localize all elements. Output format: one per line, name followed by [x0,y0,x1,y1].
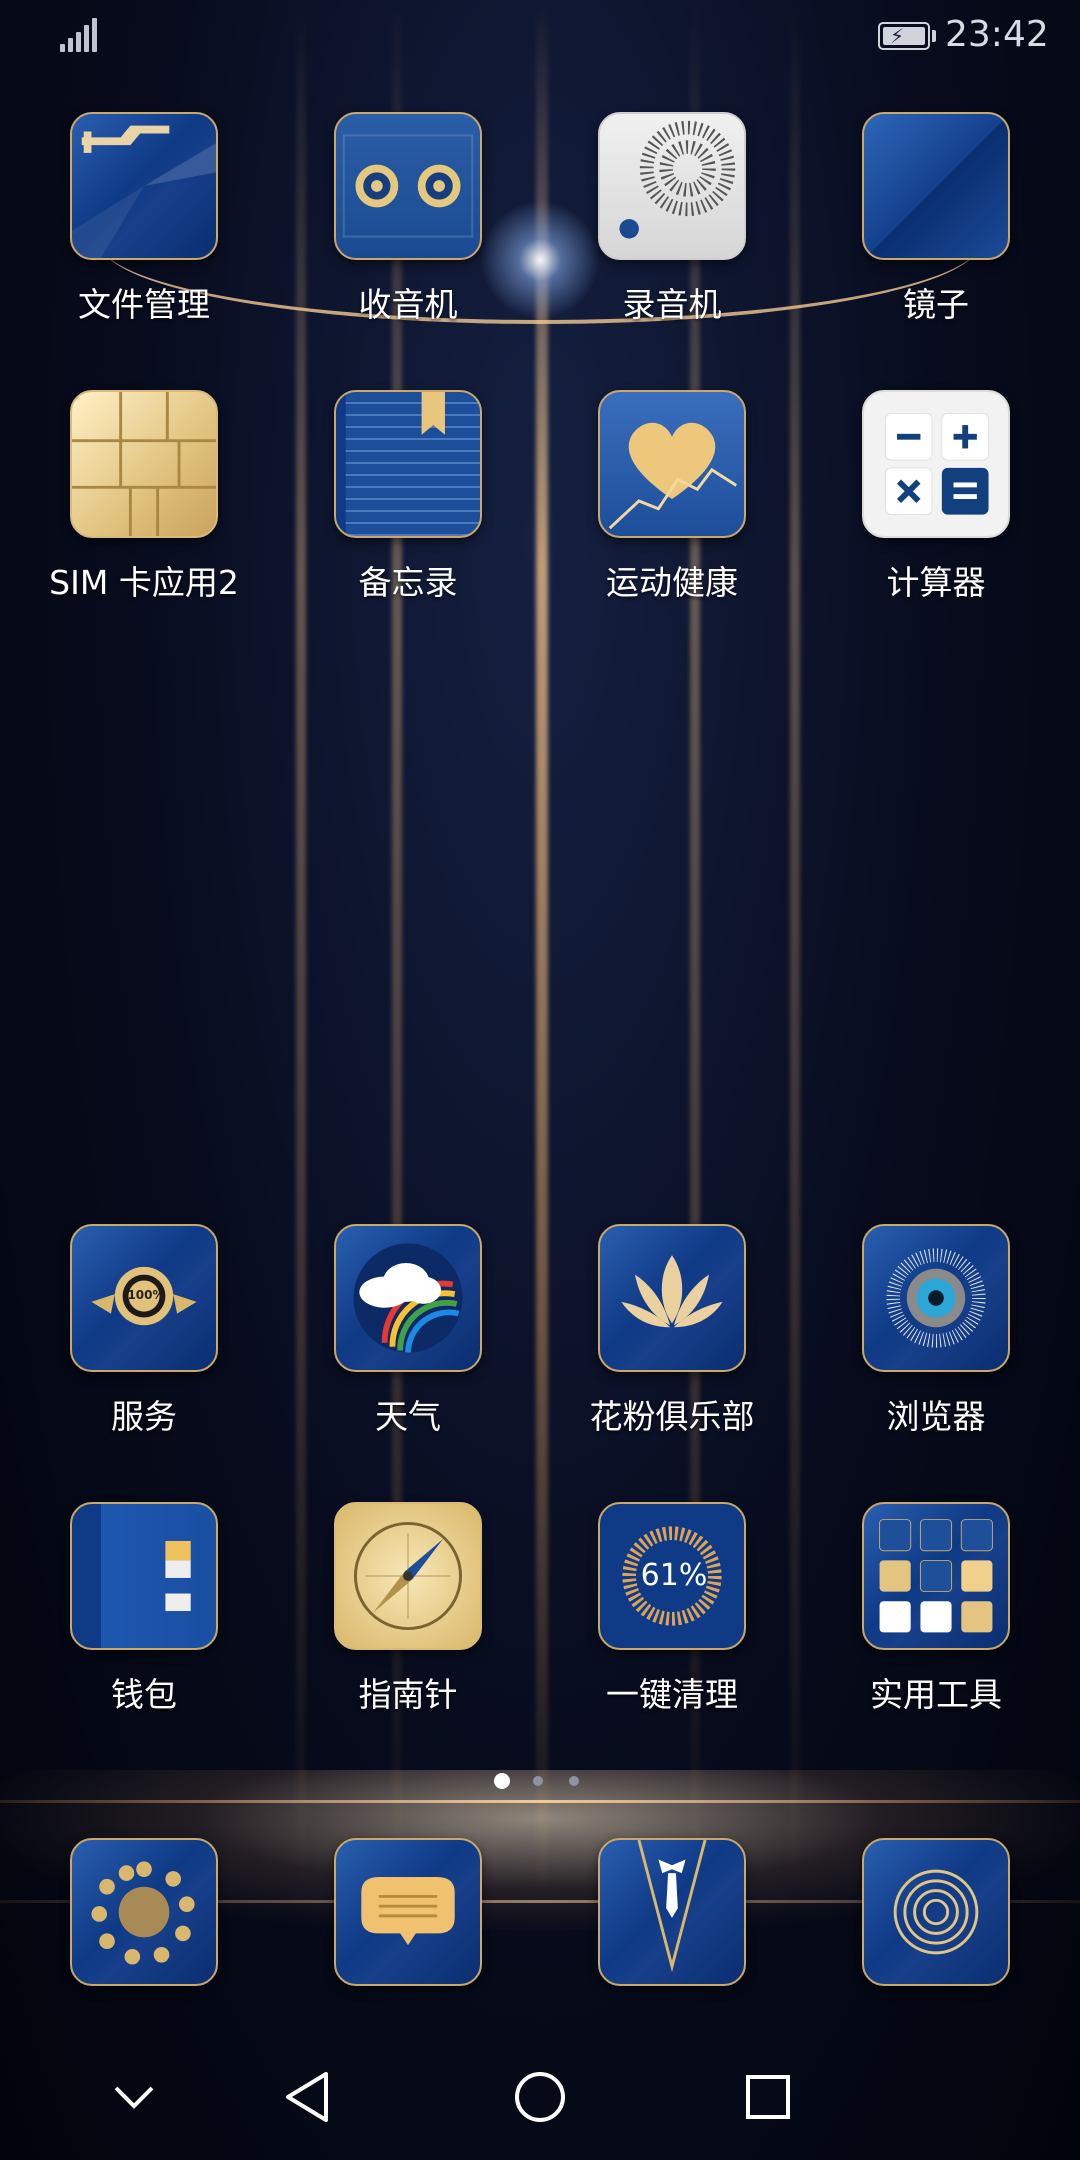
app-file-manager[interactable]: 文件管理 [34,112,254,326]
page-dot[interactable] [569,1776,579,1786]
app-label: 录音机 [622,285,722,324]
home-circle-icon [515,2072,565,2122]
app-radio[interactable]: 收音机 [298,112,518,326]
calculator-icon [862,390,1010,538]
back-triangle-icon [286,2072,328,2122]
app-sim-card[interactable]: SIM 卡应用2 [34,390,254,604]
app-mirror[interactable]: 镜子 [826,112,1046,326]
app-fan-club[interactable]: 花粉俱乐部 [562,1224,782,1438]
app-label: 运动健康 [606,563,738,602]
compass-icon [334,1502,482,1650]
navigation-bar [0,2040,1080,2160]
app-label: SIM 卡应用2 [49,563,239,602]
app-label: 镜子 [903,285,969,324]
app-notepad[interactable]: 备忘录 [298,390,518,604]
signal-strength-icon [60,18,100,52]
page-dot[interactable] [533,1776,543,1786]
nav-back-button[interactable] [270,2062,350,2132]
phone-dial-icon [70,1838,218,1986]
app-wallet[interactable]: 钱包 [34,1502,254,1716]
folder-icon [70,112,218,260]
app-label: 收音机 [358,285,458,324]
weather-icon [334,1224,482,1372]
app-weather[interactable]: 天气 [298,1224,518,1438]
cleaner-percent-text: 61% [640,1558,708,1593]
dock-phone[interactable] [34,1838,254,1986]
app-label: 天气 [375,1397,441,1436]
nav-recents-button[interactable] [728,2062,808,2132]
mirror-icon [862,112,1010,260]
app-compass[interactable]: 指南针 [298,1502,518,1716]
status-bar: ⚡ 23:42 [0,0,1080,72]
background-light-beam [790,0,800,1900]
app-label: 计算器 [886,563,986,602]
contacts-icon [598,1838,746,1986]
radio-icon [334,112,482,260]
badge-text: 100% [127,1288,165,1302]
app-label: 服务 [111,1397,177,1436]
app-browser[interactable]: 浏览器 [826,1224,1046,1438]
app-label: 钱包 [111,1675,177,1714]
app-label: 备忘录 [358,563,458,602]
status-time: 23:42 [945,14,1049,55]
app-service[interactable]: 100% 服务 [34,1224,254,1438]
recorder-icon [598,112,746,260]
chevron-down-icon [114,2086,154,2109]
app-calculator[interactable]: 计算器 [826,390,1046,604]
camera-icon [862,1838,1010,1986]
app-label: 花粉俱乐部 [589,1397,755,1436]
sim-card-icon [70,390,218,538]
app-label: 一键清理 [606,1675,738,1714]
battery-charging-icon: ⚡ [878,22,930,50]
nav-collapse-button[interactable] [94,2062,174,2132]
dock-camera[interactable] [826,1838,1046,1986]
dock-messages[interactable] [298,1838,518,1986]
page-dot-active[interactable] [494,1773,510,1789]
heart-health-icon [598,390,746,538]
app-recorder[interactable]: 录音机 [562,112,782,326]
nav-home-button[interactable] [500,2062,580,2132]
page-indicator [490,1771,590,1791]
browser-eye-icon [862,1224,1010,1372]
wallet-icon [70,1502,218,1650]
service-badge-icon: 100% [70,1224,218,1372]
battery-cap [932,30,936,42]
app-health[interactable]: 运动健康 [562,390,782,604]
app-label: 浏览器 [886,1397,986,1436]
cleaner-icon: 61% [598,1502,746,1650]
messages-icon [334,1838,482,1986]
app-tools-folder[interactable]: 实用工具 [826,1502,1046,1716]
app-label: 指南针 [358,1675,458,1714]
app-cleaner[interactable]: 61% 一键清理 [562,1502,782,1716]
notepad-icon [334,390,482,538]
lotus-icon [598,1224,746,1372]
recents-square-icon [746,2075,790,2119]
dock-contacts[interactable] [562,1838,782,1986]
app-label: 实用工具 [870,1675,1002,1714]
tools-folder-icon [862,1502,1010,1650]
app-label: 文件管理 [78,285,210,324]
background-stage-line [0,1800,1080,1803]
